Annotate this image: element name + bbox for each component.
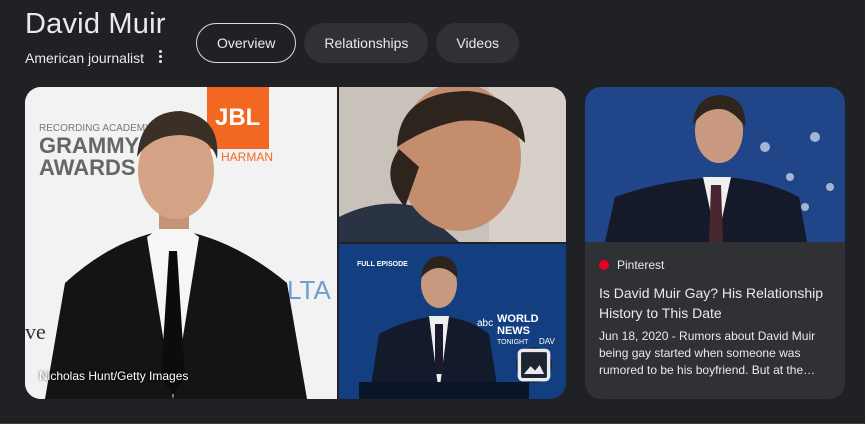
harman-text: HARMAN	[221, 150, 273, 164]
image-search-button[interactable]	[516, 347, 552, 383]
tab-overview[interactable]: Overview	[196, 23, 297, 63]
entity-subtitle: American journalist	[25, 50, 145, 66]
card-thumbnail	[585, 87, 845, 242]
image-grid: RECORDING ACADEMY GRAMMY AWARDS JBL HARM…	[25, 87, 566, 399]
backdrop-text-5: ve	[25, 319, 46, 344]
entity-title: David Muir	[25, 8, 166, 40]
jbl-logo-text: JBL	[215, 104, 260, 131]
world-text: WORLD	[497, 313, 539, 325]
more-vert-icon[interactable]	[154, 47, 166, 65]
backdrop-text-3: AWARDS	[39, 155, 136, 180]
abc-logo-text: abc	[477, 318, 493, 329]
card-snippet: Jun 18, 2020 - Rumors about David Muir b…	[599, 329, 816, 377]
entity-tabs: Overview Relationships Videos	[196, 23, 519, 63]
main-photo[interactable]: RECORDING ACADEMY GRAMMY AWARDS JBL HARM…	[25, 87, 337, 399]
backdrop-text-4: LTA	[287, 275, 331, 305]
card-source-label: Pinterest	[617, 258, 665, 272]
broadcast-photo[interactable]: FULL EPISODE abc WORLD NEWS TONIGHT DAV	[339, 244, 566, 399]
dav-text: DAV	[539, 337, 556, 346]
profile-photo[interactable]	[339, 87, 566, 242]
card-source: Pinterest	[599, 258, 664, 272]
card-title[interactable]: Is David Muir Gay? His Relationship Hist…	[599, 283, 833, 323]
tab-videos[interactable]: Videos	[436, 23, 519, 63]
tonight-text: TONIGHT	[497, 339, 529, 346]
news-text: NEWS	[497, 325, 530, 337]
tab-relationships[interactable]: Relationships	[304, 23, 429, 63]
pinterest-icon	[599, 260, 609, 270]
pinterest-result-card[interactable]: Pinterest Is David Muir Gay? His Relatio…	[585, 87, 845, 399]
full-episode-label: FULL EPISODE	[357, 261, 408, 268]
photo-credit: Nicholas Hunt/Getty Images	[39, 369, 189, 383]
image-icon	[517, 348, 551, 382]
